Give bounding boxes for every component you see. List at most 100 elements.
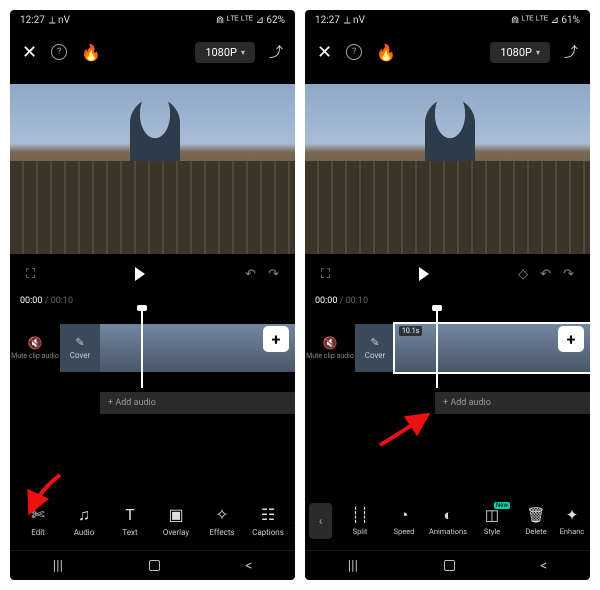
export-icon[interactable]: ⤴ <box>564 42 578 62</box>
music-note-icon: ♫ <box>78 506 90 524</box>
android-navbar: ||| < <box>305 550 590 580</box>
close-icon[interactable]: ✕ <box>22 42 37 63</box>
tool-animations[interactable]: ◐Animations <box>426 506 470 536</box>
resolution-label: 1080P <box>500 46 532 59</box>
speed-icon: ◔ <box>399 506 408 524</box>
timeline-time: 00:00 / 00:10 <box>305 294 590 308</box>
add-clip-button[interactable]: + <box>263 326 289 352</box>
pencil-icon: ✎ <box>75 336 84 349</box>
tool-effects[interactable]: ✧ Effects <box>200 506 244 537</box>
tool-edit[interactable]: ✄Edit <box>16 506 60 537</box>
add-clip-button[interactable]: + <box>558 326 584 352</box>
animations-icon: ◐ <box>443 506 452 524</box>
add-audio-row[interactable]: + Add audio <box>100 392 295 414</box>
tool-style[interactable]: New◫Style <box>470 506 514 536</box>
mute-clip-audio[interactable]: 🔇 Mute clip audio <box>305 336 355 360</box>
pencil-icon: ✎ <box>370 336 379 349</box>
mute-clip-audio[interactable]: 🔇 Mute clip audio <box>10 336 60 360</box>
video-preview[interactable] <box>305 84 590 254</box>
cover-button[interactable]: ✎ Cover <box>355 324 395 372</box>
tool-captions[interactable]: ☷ Captions <box>246 506 290 537</box>
status-left-icons: ⟂ nV <box>49 15 70 26</box>
playback-bar: ⛶ ↶ ↷ <box>10 254 295 294</box>
keyframe-icon[interactable]: ◇ <box>518 267 528 282</box>
fullscreen-icon[interactable]: ⛶ <box>26 267 35 282</box>
playhead[interactable] <box>436 308 438 388</box>
playhead[interactable] <box>141 308 143 388</box>
flame-icon[interactable]: 🔥 <box>81 43 101 62</box>
resolution-dropdown[interactable]: 1080P <box>195 42 255 63</box>
nav-back[interactable]: < <box>540 558 547 574</box>
split-icon: ┊┊ <box>351 506 369 524</box>
time-total: / 00:10 <box>45 296 73 306</box>
play-button[interactable] <box>419 267 429 281</box>
add-audio-label: + Add audio <box>443 398 491 408</box>
timeline[interactable]: 🔇 Mute clip audio ✎ Cover 10.1s + <box>305 308 590 388</box>
play-button[interactable] <box>135 267 145 281</box>
text-icon: T <box>125 506 135 524</box>
bottom-toolbar: ✄Edit ♫ Audio T Text ▣Overlay ✧ Effects ☷ Ca… <box>10 492 295 550</box>
annotation-arrow-right <box>375 410 435 453</box>
status-bar: 12:27 ⟂ nV ⋒ ᴸᵀᴱ ᴸᵀᴱ ⊿ 62% <box>10 10 295 30</box>
timeline[interactable]: 🔇 Mute clip audio ✎ Cover + <box>10 308 295 388</box>
tool-label: Text <box>122 528 137 537</box>
undo-icon[interactable]: ↶ <box>245 267 256 282</box>
tool-text[interactable]: T Text <box>108 506 152 537</box>
tool-audio[interactable]: ♫ Audio <box>62 506 106 537</box>
app-top-bar: ✕ ? 🔥 1080P ⤴ <box>305 30 590 74</box>
tool-label: Captions <box>252 528 284 537</box>
help-icon[interactable]: ? <box>51 44 67 60</box>
redo-icon[interactable]: ↷ <box>563 267 574 282</box>
video-preview[interactable] <box>10 84 295 254</box>
toolbar-back[interactable]: ‹ <box>309 503 332 539</box>
undo-icon[interactable]: ↶ <box>540 267 551 282</box>
scissors-icon: ✄ <box>31 506 44 524</box>
phone-screenshot-left: 12:27 ⟂ nV ⋒ ᴸᵀᴱ ᴸᵀᴱ ⊿ 62% ✕ ? 🔥 1080P ⤴… <box>10 10 295 580</box>
resolution-dropdown[interactable]: 1080P <box>490 42 550 63</box>
status-time: 12:27 <box>20 15 45 26</box>
redo-icon[interactable]: ↷ <box>268 267 279 282</box>
playback-bar: ⛶ ◇ ↶ ↷ <box>305 254 590 294</box>
toolbar-overflow[interactable]: ✦Enhanc <box>558 506 586 536</box>
preview-frame <box>10 84 295 254</box>
help-icon[interactable]: ? <box>346 44 362 60</box>
status-bar: 12:27 ⟂ nV ⋒ ᴸᵀᴱ ᴸᵀᴱ ⊿ 61% <box>305 10 590 30</box>
time-current: 00:00 <box>20 296 42 306</box>
close-icon[interactable]: ✕ <box>317 42 332 63</box>
captions-icon: ☷ <box>261 506 275 524</box>
cover-button[interactable]: ✎ Cover <box>60 324 100 372</box>
status-right-icons: ⋒ ᴸᵀᴱ ᴸᵀᴱ ⊿ 62% <box>216 15 285 26</box>
trash-icon: 🗑 <box>526 506 545 524</box>
add-audio-row[interactable]: + Add audio <box>435 392 590 414</box>
sparkle-icon: ✧ <box>215 506 228 524</box>
nav-home[interactable] <box>444 560 455 571</box>
toolbar-overflow[interactable]: As <box>292 517 295 526</box>
tool-overlay[interactable]: ▣Overlay <box>154 506 198 537</box>
nav-recent[interactable]: ||| <box>348 558 358 574</box>
export-icon[interactable]: ⤴ <box>269 42 283 62</box>
flame-icon[interactable]: 🔥 <box>376 43 396 62</box>
time-current: 00:00 <box>315 296 337 306</box>
phone-screenshot-right: 12:27 ⟂ nV ⋒ ᴸᵀᴱ ᴸᵀᴱ ⊿ 61% ✕ ? 🔥 1080P ⤴… <box>305 10 590 580</box>
nav-home[interactable] <box>149 560 160 571</box>
new-badge: New <box>494 502 510 509</box>
timeline-time: 00:00 / 00:10 <box>10 294 295 308</box>
add-audio-label: + Add audio <box>108 398 156 408</box>
tool-label: Speed <box>394 527 415 536</box>
tool-speed[interactable]: ◔ Speed <box>382 506 426 536</box>
overflow-hint: As <box>294 517 295 526</box>
nav-back[interactable]: < <box>245 558 252 574</box>
nav-recent[interactable]: ||| <box>53 558 63 574</box>
fullscreen-icon[interactable]: ⛶ <box>321 267 330 282</box>
tool-label: Style <box>484 527 500 536</box>
tool-delete[interactable]: 🗑Delete <box>514 506 558 536</box>
overflow-hint: Enhanc <box>560 527 585 536</box>
tool-split[interactable]: ┊┊Split <box>338 506 382 536</box>
android-navbar: ||| < <box>10 550 295 580</box>
tool-label: Audio <box>74 528 95 537</box>
overlay-icon: ▣ <box>168 506 183 524</box>
status-right-icons: ⋒ ᴸᵀᴱ ᴸᵀᴱ ⊿ 61% <box>511 15 580 26</box>
cover-label: Cover <box>365 351 386 360</box>
status-time: 12:27 <box>315 15 340 26</box>
tool-label: Effects <box>209 528 234 537</box>
